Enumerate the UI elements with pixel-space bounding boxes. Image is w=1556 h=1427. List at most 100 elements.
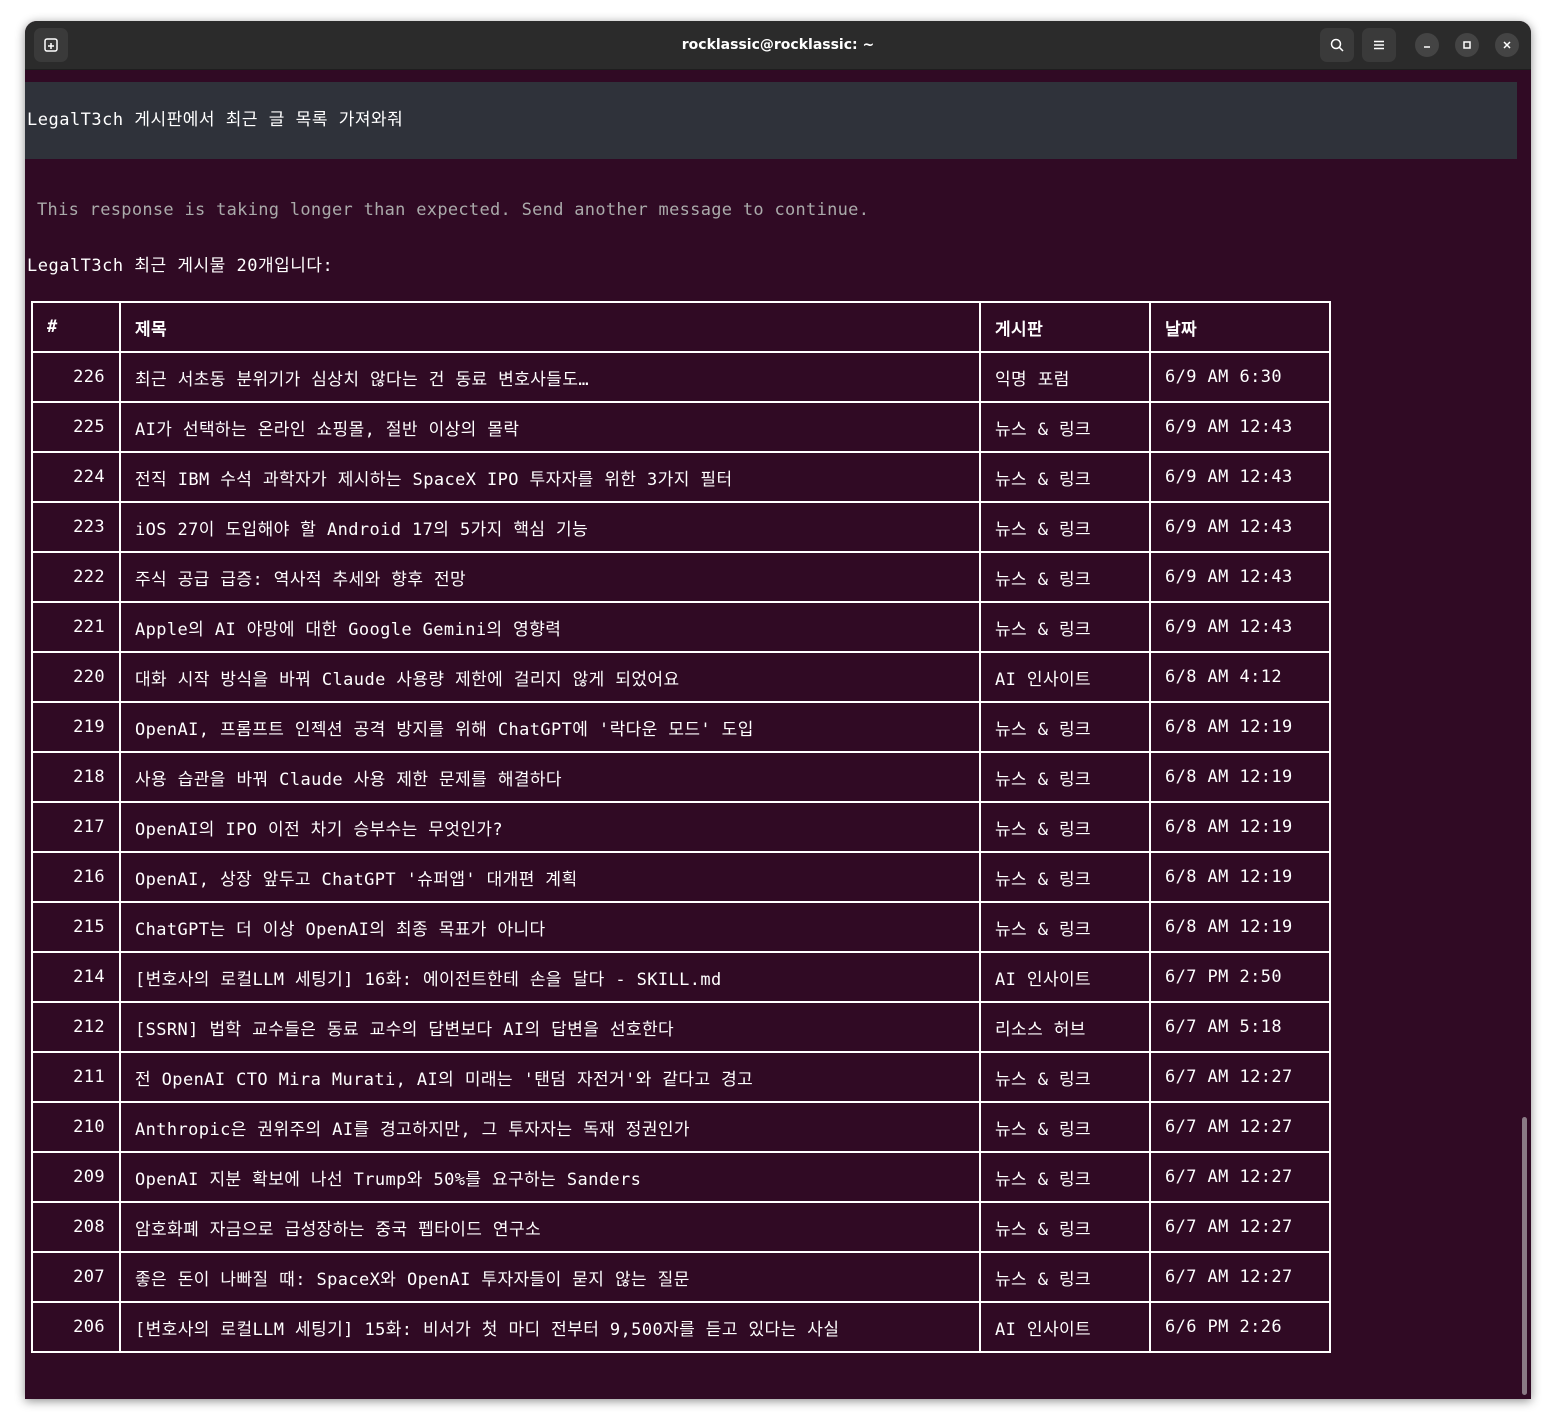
search-button[interactable] [1320,28,1354,62]
post-title: [변호사의 로컬LLM 세팅기] 16화: 에이전트한테 손을 달다 - SKI… [119,951,981,1003]
post-title: OpenAI의 IPO 이전 차기 승부수는 무엇인가? [119,801,981,853]
post-date: 6/7 AM 12:27 [1149,1201,1331,1253]
post-number: 219 [31,701,121,753]
post-number: 215 [31,901,121,953]
post-board: 뉴스 & 링크 [979,1151,1151,1203]
table-row: 207 좋은 돈이 나빠질 때: SpaceX와 OpenAI 투자자들이 묻지 … [31,1251,1331,1303]
post-board: 뉴스 & 링크 [979,851,1151,903]
terminal-window: rocklassic@rocklassic: ~ LegalT3ch 게시판에서… [25,21,1531,1399]
post-board: 뉴스 & 링크 [979,501,1151,553]
post-title: AI가 선택하는 온라인 쇼핑몰, 절반 이상의 몰락 [119,401,981,453]
post-number: 218 [31,751,121,803]
header-title: 제목 [119,301,981,353]
table-row: 215 ChatGPT는 더 이상 OpenAI의 최종 목표가 아니다 뉴스 & … [31,901,1331,953]
post-title: Apple의 AI 야망에 대한 Google Gemini의 영향력 [119,601,981,653]
post-number: 220 [31,651,121,703]
terminal-content[interactable]: LegalT3ch 게시판에서 최근 글 목록 가져와줘 This respon… [25,69,1531,1399]
table-row: 224 전직 IBM 수석 과학자가 제시하는 SpaceX IPO 투자자를 위… [31,451,1331,503]
table-row: 223 iOS 27이 도입해야 할 Android 17의 5가지 핵심 기능 뉴… [31,501,1331,553]
post-number: 207 [31,1251,121,1303]
post-number: 222 [31,551,121,603]
table-row: 210 Anthropic은 권위주의 AI를 경고하지만, 그 투자자는 독재 … [31,1101,1331,1153]
table-row: 222 주식 공급 급증: 역사적 추세와 향후 전망 뉴스 & 링크 6/9 AM … [31,551,1331,603]
post-board: 뉴스 & 링크 [979,601,1151,653]
post-board: 뉴스 & 링크 [979,1051,1151,1103]
post-board: 뉴스 & 링크 [979,1251,1151,1303]
title-bar: rocklassic@rocklassic: ~ [25,21,1531,70]
header-date: 날짜 [1149,301,1331,353]
user-prompt-text: LegalT3ch 게시판에서 최근 글 목록 가져와줘 [27,110,404,130]
post-board: 뉴스 & 링크 [979,1201,1151,1253]
post-date: 6/7 AM 12:27 [1149,1101,1331,1153]
post-date: 6/6 PM 2:26 [1149,1301,1331,1353]
post-number: 225 [31,401,121,453]
post-number: 211 [31,1051,121,1103]
post-date: 6/8 AM 12:19 [1149,701,1331,753]
post-board: 뉴스 & 링크 [979,1101,1151,1153]
post-title: 좋은 돈이 나빠질 때: SpaceX와 OpenAI 투자자들이 묻지 않는 … [119,1251,981,1303]
post-title: 최근 서초동 분위기가 심상치 않다는 건 동료 변호사들도… [119,351,981,403]
window-title: rocklassic@rocklassic: ~ [681,37,875,53]
post-board: 리소스 허브 [979,1001,1151,1053]
response-intro: LegalT3ch 최근 게시물 20개입니다: [27,256,334,276]
post-date: 6/8 AM 12:19 [1149,751,1331,803]
post-date: 6/7 AM 12:27 [1149,1151,1331,1203]
post-board: 익명 포럼 [979,351,1151,403]
maximize-button[interactable] [1455,33,1479,57]
post-date: 6/8 AM 12:19 [1149,901,1331,953]
table-row: 211 전 OpenAI CTO Mira Murati, AI의 미래는 '탠덤… [31,1051,1331,1103]
post-date: 6/9 AM 12:43 [1149,551,1331,603]
post-number: 217 [31,801,121,853]
hamburger-menu-icon [1371,37,1387,53]
post-title: [SSRN] 법학 교수들은 동료 교수의 답변보다 AI의 답변을 선호한다 [119,1001,981,1053]
post-title: 전직 IBM 수석 과학자가 제시하는 SpaceX IPO 투자자를 위한 3… [119,451,981,503]
post-number: 209 [31,1151,121,1203]
post-board: 뉴스 & 링크 [979,901,1151,953]
table-row: 208 암호화폐 자금으로 급성장하는 중국 펩타이드 연구소 뉴스 & 링크 6/7… [31,1201,1331,1253]
table-row: 217 OpenAI의 IPO 이전 차기 승부수는 무엇인가? 뉴스 & 링크 6/… [31,801,1331,853]
post-title: 사용 습관을 바꿔 Claude 사용 제한 문제를 해결하다 [119,751,981,803]
posts-table: # 제목 게시판 날짜 226 최근 서초동 분위기가 심상치 않다는 건 동료 … [31,301,1331,1353]
post-date: 6/7 AM 5:18 [1149,1001,1331,1053]
post-date: 6/9 AM 12:43 [1149,601,1331,653]
post-title: 주식 공급 급증: 역사적 추세와 향후 전망 [119,551,981,603]
table-row: 214 [변호사의 로컬LLM 세팅기] 16화: 에이전트한테 손을 달다 - … [31,951,1331,1003]
post-title: 암호화폐 자금으로 급성장하는 중국 펩타이드 연구소 [119,1201,981,1253]
table-row: 225 AI가 선택하는 온라인 쇼핑몰, 절반 이상의 몰락 뉴스 & 링크 6/9… [31,401,1331,453]
post-board: AI 인사이트 [979,951,1151,1003]
vertical-scrollbar[interactable] [1522,1117,1527,1395]
table-row: 218 사용 습관을 바꿔 Claude 사용 제한 문제를 해결하다 뉴스 & 링… [31,751,1331,803]
minimize-button[interactable] [1415,33,1439,57]
maximize-icon [1461,36,1473,55]
post-date: 6/7 PM 2:50 [1149,951,1331,1003]
post-number: 214 [31,951,121,1003]
post-number: 212 [31,1001,121,1053]
post-title: 대화 시작 방식을 바꿔 Claude 사용량 제한에 걸리지 않게 되었어요 [119,651,981,703]
post-board: 뉴스 & 링크 [979,801,1151,853]
table-row: 220 대화 시작 방식을 바꿔 Claude 사용량 제한에 걸리지 않게 되었… [31,651,1331,703]
post-title: OpenAI, 상장 앞두고 ChatGPT '슈퍼앱' 대개편 계획 [119,851,981,903]
post-date: 6/8 AM 12:19 [1149,851,1331,903]
post-number: 226 [31,351,121,403]
post-title: Anthropic은 권위주의 AI를 경고하지만, 그 투자자는 독재 정권인… [119,1101,981,1153]
post-title: [변호사의 로컬LLM 세팅기] 15화: 비서가 첫 마디 전부터 9,500… [119,1301,981,1353]
menu-button[interactable] [1362,28,1396,62]
post-board: 뉴스 & 링크 [979,451,1151,503]
minimize-icon [1421,36,1433,55]
post-number: 221 [31,601,121,653]
post-board: 뉴스 & 링크 [979,751,1151,803]
post-number: 224 [31,451,121,503]
post-date: 6/9 AM 6:30 [1149,351,1331,403]
post-board: AI 인사이트 [979,651,1151,703]
post-title: ChatGPT는 더 이상 OpenAI의 최종 목표가 아니다 [119,901,981,953]
close-icon [1501,36,1513,55]
post-date: 6/9 AM 12:43 [1149,401,1331,453]
post-board: 뉴스 & 링크 [979,701,1151,753]
post-number: 223 [31,501,121,553]
table-row: 216 OpenAI, 상장 앞두고 ChatGPT '슈퍼앱' 대개편 계획 뉴스… [31,851,1331,903]
post-board: AI 인사이트 [979,1301,1151,1353]
post-board: 뉴스 & 링크 [979,401,1151,453]
close-button[interactable] [1495,33,1519,57]
post-board: 뉴스 & 링크 [979,551,1151,603]
post-number: 216 [31,851,121,903]
